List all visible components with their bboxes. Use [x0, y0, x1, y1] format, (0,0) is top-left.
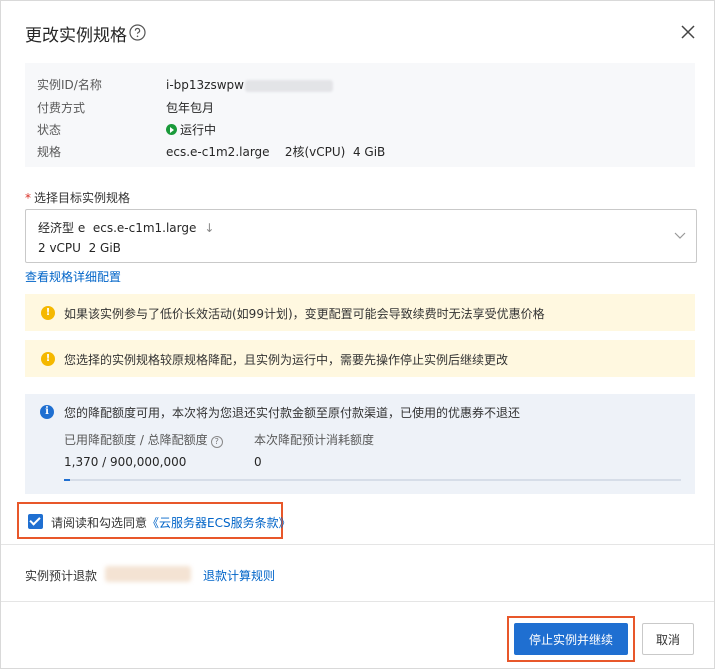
instance-id-value: i-bp13zswpw [166, 78, 244, 92]
running-status-icon [166, 124, 177, 135]
ecs-terms-link[interactable]: 《云服务器ECS服务条款》 [147, 516, 291, 530]
primary-button-highlight: 停止实例并继续 [507, 616, 635, 662]
spec-detail-link[interactable]: 查看规格详细配置 [25, 268, 121, 285]
status-label: 状态 [37, 123, 62, 137]
spec-value: ecs.e-c1m2.large [166, 145, 270, 159]
warning-text: 如果该实例参与了低价长效活动(如99计划)，变更配置可能会导致续费时无法享受优惠… [64, 307, 545, 321]
required-mark: * [25, 191, 31, 205]
instance-id-label: 实例ID/名称 [37, 78, 102, 92]
cancel-button[interactable]: 取消 [642, 623, 694, 655]
agreement-text: 请阅读和勾选同意 [51, 516, 148, 530]
downgrade-arrow-icon: ↓ [204, 221, 215, 235]
spec-type: ecs.e-c1m1.large [92, 221, 197, 235]
agreement-highlight: 请阅读和勾选同意《云服务器ECS服务条款》 [17, 502, 291, 539]
dialog-header: 更改实例规格 [1, 1, 714, 63]
change-spec-dialog: 更改实例规格 实例ID/名称 i-bp13zswpw 付费方式 包年包月 状态 … [0, 0, 715, 669]
target-mem: 2 GiB [88, 241, 121, 255]
question-circle-icon[interactable] [129, 24, 146, 41]
warning-banner-discount: ! 如果该实例参与了低价长效活动(如99计划)，变更配置可能会导致续费时无法享受… [25, 294, 695, 331]
divider [1, 544, 714, 545]
redacted-name [244, 79, 333, 92]
warning-banner-stop: ! 您选择的实例规格较原规格降配，且实例为运行中，需要先操作停止实例后继续更改 [25, 340, 695, 377]
spec-label: 规格 [37, 145, 62, 159]
refund-rules-link[interactable]: 退款计算规则 [203, 567, 275, 584]
warning-icon: ! [41, 352, 55, 366]
close-icon[interactable] [680, 24, 696, 40]
downgrade-quota-notice: i 您的降配额度可用，本次将为您退还实付款金额至原付款渠道，已使用的优惠券不退还… [25, 394, 695, 494]
stop-and-continue-button[interactable]: 停止实例并继续 [514, 623, 628, 655]
quota-progress-bar [64, 479, 681, 481]
warning-icon: ! [41, 306, 55, 320]
spec-mem: 4 GiB [352, 145, 386, 159]
consume-label: 本次降配预计消耗额度 [254, 433, 375, 447]
target-cpu: 2 vCPU [38, 241, 81, 255]
instance-info-panel: 实例ID/名称 i-bp13zswpw 付费方式 包年包月 状态 运行中 规格 … [25, 63, 695, 167]
target-spec-label: * 选择目标实例规格 [25, 191, 131, 205]
spec-family: 经济型 e [38, 221, 86, 235]
notice-text: 您的降配额度可用，本次将为您退还实付款金额至原付款渠道，已使用的优惠券不退还 [64, 406, 521, 420]
redacted-refund-amount [105, 566, 191, 582]
warning-text: 您选择的实例规格较原规格降配，且实例为运行中，需要先操作停止实例后继续更改 [64, 353, 509, 367]
dialog-title: 更改实例规格 [25, 26, 127, 46]
billing-value: 包年包月 [166, 101, 215, 115]
quota-progress-fill [64, 479, 71, 481]
target-spec-select[interactable]: 经济型 e ecs.e-c1m1.large ↓ 2 vCPU 2 GiB [25, 209, 697, 263]
quota-value: 1,370 / 900,000,000 [64, 455, 187, 469]
question-circle-icon[interactable]: ? [210, 436, 223, 448]
divider [1, 601, 714, 602]
chevron-down-icon [674, 232, 686, 239]
status-value: 运行中 [180, 123, 217, 137]
consume-value: 0 [254, 455, 262, 469]
info-icon: i [40, 405, 54, 419]
spec-cpu: 2核(vCPU) [284, 145, 346, 159]
quota-label: 已用降配额度 / 总降配额度 [64, 433, 208, 447]
billing-label: 付费方式 [37, 101, 86, 115]
agreement-checkbox[interactable] [28, 514, 43, 529]
refund-label: 实例预计退款 [25, 569, 98, 583]
